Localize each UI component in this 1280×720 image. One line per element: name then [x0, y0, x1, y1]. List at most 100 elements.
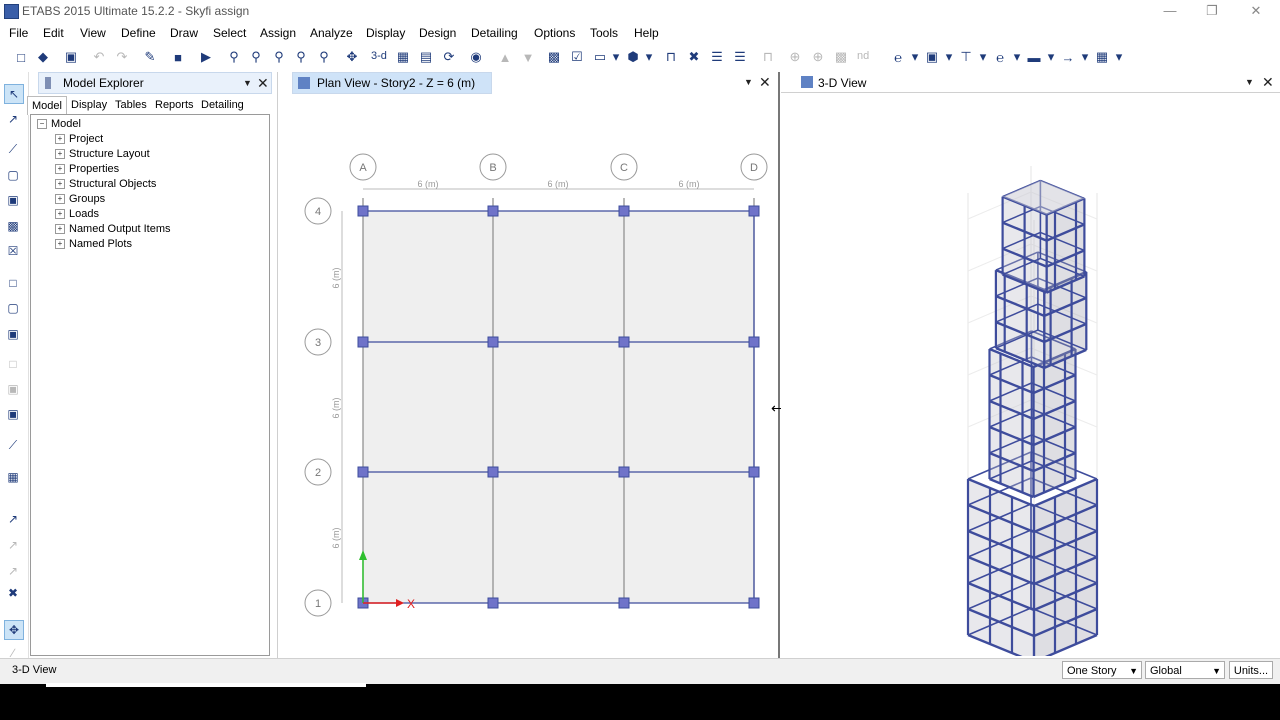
reshape-dropdown-icon[interactable]: ▾	[1076, 48, 1094, 66]
load-display-dropdown-icon[interactable]: ▾	[974, 48, 992, 66]
expand-icon[interactable]: +	[55, 179, 65, 190]
tab-display[interactable]: Display	[67, 96, 111, 114]
expand-icon[interactable]: +	[55, 209, 65, 220]
menu-detailing[interactable]: Detailing	[471, 26, 518, 40]
draw-grid-icon[interactable]: ▦	[4, 468, 22, 486]
grid-bubble-d[interactable]: D	[740, 153, 768, 181]
section-cut-dropdown-icon[interactable]: ▾	[906, 48, 924, 66]
frame-dim-icon[interactable]: ⊓	[759, 48, 777, 66]
coord-system-selector[interactable]: Global ▼	[1145, 661, 1225, 679]
tree-node-named-output-items[interactable]: + Named Output Items	[55, 222, 171, 236]
pencil-icon[interactable]: ✎	[141, 48, 159, 66]
tab-tables[interactable]: Tables	[111, 96, 151, 114]
restore-button[interactable]: ❐	[1190, 0, 1234, 22]
menu-view[interactable]: View	[80, 26, 106, 40]
nd-button[interactable]: nd	[857, 50, 869, 62]
zoom-in-step-icon[interactable]: ⚲	[292, 48, 310, 66]
draw-frame-icon[interactable]: ⟋	[4, 140, 22, 158]
select-pointer-icon[interactable]: ↖	[4, 84, 24, 104]
story-selector[interactable]: One Story ▼	[1062, 661, 1142, 679]
check-model-icon[interactable]: ☑	[568, 48, 586, 66]
design-overwrite-dropdown-icon[interactable]: ▾	[1110, 48, 1128, 66]
select-all-icon[interactable]: ↗	[4, 510, 22, 528]
tab-detailing[interactable]: Detailing	[197, 96, 248, 114]
column-dropdown-icon[interactable]: ▾	[1008, 48, 1026, 66]
menu-help[interactable]: Help	[634, 26, 659, 40]
quick-draw-column-icon[interactable]: ▣	[4, 191, 22, 209]
frame-assign-icon[interactable]: ✖	[685, 48, 703, 66]
reshape-pointer-icon[interactable]: ↗	[4, 110, 22, 128]
section-cut-icon[interactable]: ℮	[889, 48, 907, 66]
frame-icon[interactable]: ⊓	[662, 48, 680, 66]
tree-node-groups[interactable]: + Groups	[55, 192, 105, 206]
line-style-dropdown-icon[interactable]: ▾	[1042, 48, 1060, 66]
expand-icon[interactable]: +	[55, 239, 65, 250]
design-overwrite-icon[interactable]: ▦	[1093, 48, 1111, 66]
3d-building-model[interactable]	[781, 96, 1280, 656]
menu-assign[interactable]: Assign	[260, 26, 296, 40]
menu-analyze[interactable]: Analyze	[310, 26, 353, 40]
quick-draw-beam-icon[interactable]: ▢	[4, 166, 22, 184]
move-up-icon[interactable]: ▲	[496, 48, 514, 66]
plan-view-window[interactable]: Plan View - Story2 - Z = 6 (m) ▼ ✕ A B C…	[277, 72, 778, 658]
joist-icon[interactable]: ☰	[731, 48, 749, 66]
3d-view-dropdown-icon[interactable]: ▼	[1245, 77, 1254, 87]
grid-bubble-3[interactable]: 3	[304, 328, 332, 356]
tree-node-properties[interactable]: + Properties	[55, 162, 119, 176]
expand-icon[interactable]: +	[55, 149, 65, 160]
wall-dim-icon[interactable]: ⊕	[809, 48, 827, 66]
draw-opening-icon[interactable]: ▣	[4, 405, 22, 423]
snap-options-icon[interactable]: ✥	[4, 620, 24, 640]
extrusion-dropdown-icon[interactable]: ▾	[640, 48, 658, 66]
zoom-window-icon[interactable]: ⚲	[225, 48, 243, 66]
view-3d-button[interactable]: 3-d	[371, 50, 387, 62]
snap-icon[interactable]: ✖	[4, 584, 22, 602]
expand-icon[interactable]: +	[55, 164, 65, 175]
previous-select-icon[interactable]: ↗	[4, 536, 22, 554]
grid-beams-icon[interactable]: ☰	[708, 48, 726, 66]
draw-wall-icon[interactable]: □	[4, 355, 22, 373]
expand-icon[interactable]: +	[55, 134, 65, 145]
reshape-icon[interactable]: →	[1059, 48, 1077, 66]
menu-edit[interactable]: Edit	[43, 26, 64, 40]
move-down-icon[interactable]: ▼	[519, 48, 537, 66]
tree-node-named-plots[interactable]: + Named Plots	[55, 237, 132, 251]
3d-view-close-icon[interactable]: ✕	[1262, 74, 1274, 91]
grid-bubble-c[interactable]: C	[610, 153, 638, 181]
redo-icon[interactable]: ↷	[113, 48, 131, 66]
set-display-dropdown-icon[interactable]: ▾	[607, 48, 625, 66]
expand-icon[interactable]: +	[55, 194, 65, 205]
plan-view-canvas[interactable]: A B C D 4 3 2 1 6 (m) 6 (m) 6 (m) 6 (m) …	[278, 98, 778, 658]
rotate-view-icon[interactable]: ⟳	[440, 48, 458, 66]
clear-select-icon[interactable]: ↗	[4, 562, 22, 580]
run-analysis-icon[interactable]: ▶	[197, 48, 215, 66]
tab-model[interactable]: Model	[27, 96, 67, 115]
new-model-icon[interactable]: □	[12, 48, 30, 66]
elevation-view-icon[interactable]: ▤	[417, 48, 435, 66]
zoom-out-step-icon[interactable]: ⚲	[315, 48, 333, 66]
menu-design[interactable]: Design	[419, 26, 456, 40]
menu-file[interactable]: File	[9, 26, 28, 40]
plan-view-icon[interactable]: ▦	[394, 48, 412, 66]
load-display-icon[interactable]: ⊤	[957, 48, 975, 66]
quick-draw-area-icon[interactable]: ▣	[4, 325, 22, 343]
brace-dim-icon[interactable]: ⊕	[786, 48, 804, 66]
tree-node-loads[interactable]: + Loads	[55, 207, 99, 221]
plan-view-dropdown-icon[interactable]: ▼	[744, 77, 753, 87]
panel-close-icon[interactable]: ✕	[257, 73, 269, 93]
collapse-icon[interactable]: −	[37, 119, 47, 130]
tree-node-structural-objects[interactable]: + Structural Objects	[55, 177, 156, 191]
open-icon[interactable]: ◆	[34, 48, 52, 66]
area-display-dropdown-icon[interactable]: ▾	[940, 48, 958, 66]
object-shrink-icon[interactable]: ▩	[545, 48, 563, 66]
3d-view-window[interactable]: 3-D View ▼ ✕	[781, 72, 1280, 658]
menu-define[interactable]: Define	[121, 26, 156, 40]
column-display-icon[interactable]: ℮	[991, 48, 1009, 66]
pan-icon[interactable]: ✥	[343, 48, 361, 66]
menu-options[interactable]: Options	[534, 26, 575, 40]
plan-view-close-icon[interactable]: ✕	[759, 74, 771, 91]
save-icon[interactable]: ▣	[62, 48, 80, 66]
expand-icon[interactable]: +	[55, 224, 65, 235]
tree-node-project[interactable]: + Project	[55, 132, 103, 146]
draw-rectangle-icon[interactable]: ▢	[4, 299, 22, 317]
